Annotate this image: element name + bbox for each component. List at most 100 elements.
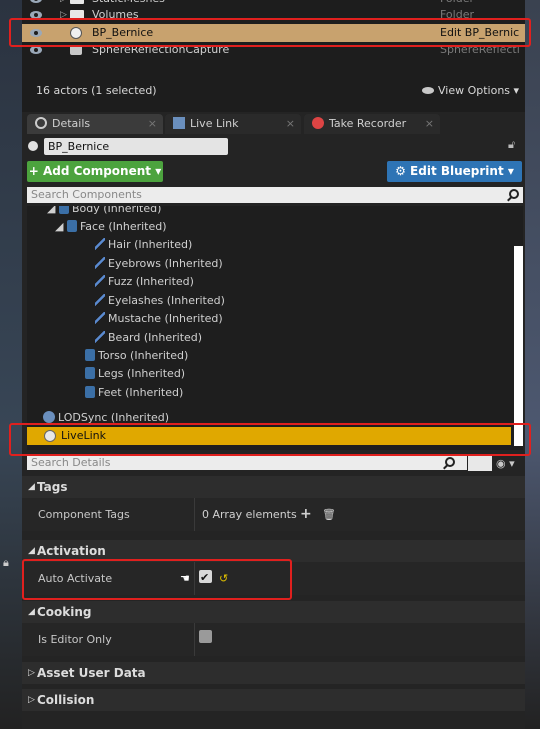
- tree-scrollbar[interactable]: [514, 246, 523, 446]
- section-tags[interactable]: ◢ Tags: [22, 476, 525, 498]
- component-row-eyebrows[interactable]: Eyebrows (Inherited): [95, 255, 523, 273]
- outliner-status-bar: 16 actors (1 selected) View Options ▾: [22, 80, 525, 102]
- component-label: Face (Inherited): [79, 220, 167, 233]
- collapse-arrow-icon[interactable]: ◢: [47, 206, 55, 215]
- highlight-box-bp-bernice: [9, 18, 531, 47]
- close-icon[interactable]: ×: [148, 114, 157, 134]
- search-components-input[interactable]: Search Components: [27, 187, 523, 203]
- property-label: Is Editor Only: [38, 633, 112, 646]
- hair-icon: [95, 257, 105, 269]
- component-row-feet[interactable]: Feet (Inherited): [85, 384, 523, 402]
- actor-name-field[interactable]: BP_Bernice: [44, 138, 228, 155]
- search-icon: [509, 189, 519, 199]
- section-cooking[interactable]: ◢ Cooking: [22, 601, 525, 623]
- close-icon[interactable]: ×: [425, 114, 434, 134]
- is-editor-only-checkbox[interactable]: [199, 630, 212, 643]
- section-title: Cooking: [37, 605, 92, 619]
- hair-icon: [95, 312, 105, 324]
- hair-icon: [95, 275, 105, 287]
- highlight-box-livelink: [9, 423, 531, 456]
- component-row-torso[interactable]: Torso (Inherited): [85, 347, 523, 365]
- section-title: Tags: [37, 480, 68, 494]
- bone-icon: [85, 349, 95, 361]
- component-label: Beard (Inherited): [108, 331, 203, 344]
- component-row-mustache[interactable]: Mustache (Inherited): [95, 310, 523, 328]
- panel-tabs: Details × Live Link × Take Recorder ×: [22, 114, 525, 134]
- column-divider[interactable]: [194, 623, 195, 656]
- component-row-legs[interactable]: Legs (Inherited): [85, 365, 523, 383]
- actor-radio-icon: [28, 141, 38, 151]
- sync-icon: [43, 411, 55, 423]
- component-label: Fuzz (Inherited): [108, 275, 194, 288]
- edit-blueprint-button[interactable]: ⚙ Edit Blueprint ▾: [387, 161, 522, 182]
- viewport-left-edge: [0, 0, 22, 729]
- property-is-editor-only: Is Editor Only: [22, 623, 525, 656]
- component-label: Hair (Inherited): [108, 238, 193, 251]
- view-options-label: View Options: [438, 84, 511, 97]
- tab-label: Details: [52, 117, 91, 130]
- component-label: Legs (Inherited): [98, 367, 186, 380]
- bone-icon: [85, 367, 95, 379]
- live-link-icon: [173, 117, 185, 129]
- actor-count: 16 actors (1 selected): [36, 84, 157, 97]
- tab-label: Live Link: [190, 117, 239, 130]
- component-row-fuzz[interactable]: Fuzz (Inherited): [95, 273, 523, 291]
- expand-arrow-icon: ▷: [28, 668, 35, 678]
- section-title: Collision: [37, 693, 95, 707]
- visibility-eye-icon[interactable]: [30, 0, 42, 3]
- view-options-button[interactable]: View Options ▾: [422, 80, 519, 102]
- close-icon[interactable]: ×: [286, 114, 295, 134]
- add-element-icon[interactable]: +: [300, 498, 312, 531]
- trash-icon[interactable]: 🗑︎: [322, 498, 336, 531]
- search-details-input[interactable]: Search Details: [27, 455, 467, 470]
- add-component-label: + Add Component: [28, 164, 152, 178]
- viewport-right-edge: [525, 0, 540, 729]
- component-label: Torso (Inherited): [98, 349, 189, 362]
- bone-icon: [66, 220, 77, 232]
- tab-label: Take Recorder: [329, 117, 407, 130]
- highlight-box-auto-activate: [22, 559, 292, 600]
- record-icon: [312, 117, 324, 129]
- edit-blueprint-label: Edit Blueprint: [410, 164, 504, 178]
- component-row-body[interactable]: ◢ Body (Inherited): [47, 206, 523, 218]
- component-row-face[interactable]: ◢ Face (Inherited): [55, 218, 523, 236]
- visibility-eye-icon[interactable]: ◉ ▾: [496, 457, 515, 470]
- tab-take-recorder[interactable]: Take Recorder ×: [304, 114, 440, 134]
- component-label: Eyebrows (Inherited): [108, 257, 223, 270]
- blueprint-gears-icon: ⚙: [395, 164, 406, 178]
- lock-icon: 🔒︎: [3, 556, 9, 569]
- tab-live-link[interactable]: Live Link ×: [165, 114, 301, 134]
- collapse-arrow-icon: ◢: [28, 607, 35, 617]
- search-icon: [35, 117, 47, 129]
- component-row-beard[interactable]: Beard (Inherited): [95, 329, 523, 347]
- collapse-arrow-icon[interactable]: ◢: [55, 220, 63, 233]
- hair-icon: [95, 331, 105, 343]
- expand-arrow-icon: ▷: [28, 695, 35, 705]
- array-count: 0 Array elements: [202, 508, 297, 521]
- bone-icon: [58, 206, 69, 214]
- eye-icon: [422, 87, 434, 94]
- folder-icon: [70, 0, 84, 4]
- component-row-eyelashes[interactable]: Eyelashes (Inherited): [95, 292, 523, 310]
- lock-icon[interactable]: 🔓︎: [508, 138, 515, 152]
- add-component-button[interactable]: + Add Component ▾: [27, 161, 163, 182]
- tab-details[interactable]: Details ×: [27, 114, 163, 134]
- section-title: Asset User Data: [37, 666, 146, 680]
- component-label: Mustache (Inherited): [108, 312, 223, 325]
- search-icon: [445, 457, 455, 467]
- component-row-hair[interactable]: Hair (Inherited): [95, 236, 523, 254]
- component-label: Eyelashes (Inherited): [108, 294, 225, 307]
- section-asset-user-data[interactable]: ▷ Asset User Data: [22, 662, 525, 684]
- bone-icon: [85, 386, 95, 398]
- hair-icon: [95, 238, 105, 250]
- column-divider[interactable]: [194, 498, 195, 531]
- property-label: Component Tags: [38, 508, 130, 521]
- component-label: Feet (Inherited): [98, 386, 184, 399]
- component-tree: ◢ Body (Inherited) ◢ Face (Inherited) Ha…: [27, 206, 523, 450]
- section-collision[interactable]: ▷ Collision: [22, 689, 525, 711]
- hair-icon: [95, 294, 105, 306]
- component-label: Body (Inherited): [71, 206, 162, 215]
- visibility-eye-icon[interactable]: [30, 46, 42, 54]
- collapse-arrow-icon: ◢: [28, 482, 35, 492]
- property-matrix-icon[interactable]: [468, 454, 492, 471]
